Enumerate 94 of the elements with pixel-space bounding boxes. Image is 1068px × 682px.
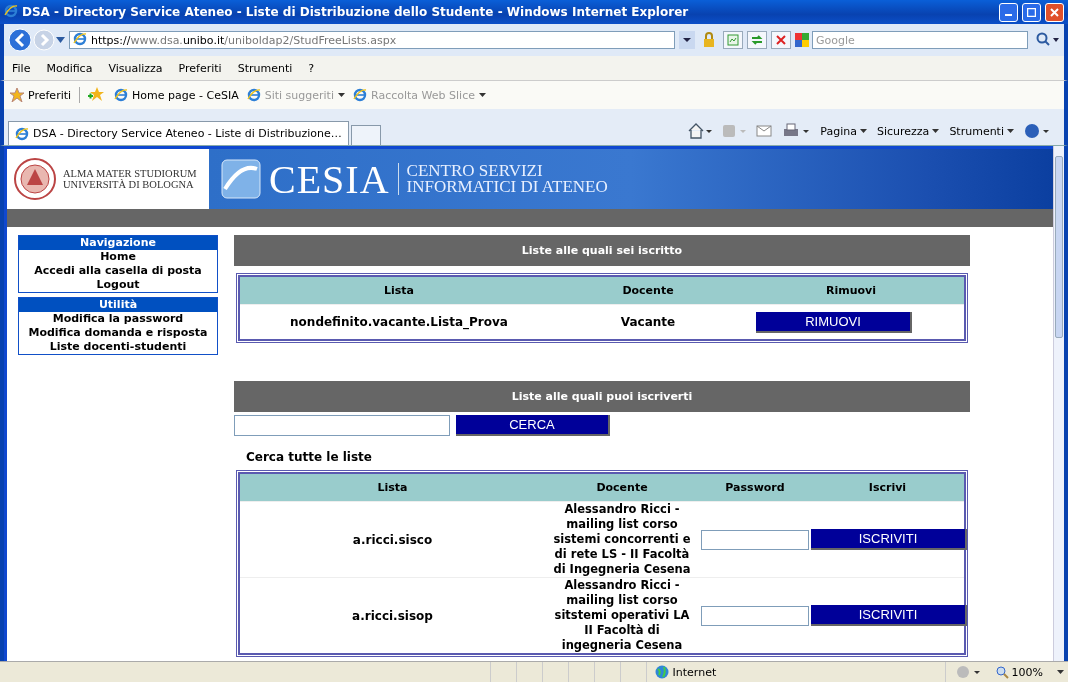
security-zone: Internet: [672, 665, 717, 679]
close-icon: [1050, 7, 1059, 17]
subscribe-button[interactable]: ISCRIVITI: [811, 529, 967, 550]
column-header: Iscrivi: [867, 481, 908, 494]
password-field[interactable]: [701, 529, 809, 550]
url-text: /uniboldap2/StudFreeLists.aspx: [224, 33, 397, 47]
cesia-logo-icon: [221, 159, 261, 199]
sidebar-heading: Navigazione: [19, 236, 217, 250]
column-header: Lista: [383, 284, 415, 297]
star-icon: [10, 88, 24, 102]
print-icon[interactable]: [782, 123, 811, 139]
list-name: a.ricci.sisop: [351, 608, 434, 623]
search-field[interactable]: Google: [812, 31, 1028, 49]
page-icon: [727, 34, 739, 46]
section-title: Liste alle quali puoi iscriverti: [234, 381, 970, 412]
teacher-name: Alessandro Ricci - mailing list corso sistemi concorrenti e di rete LS - II Facoltà di Ingegneria Cesena: [552, 502, 692, 577]
sidebar-link[interactable]: Home: [19, 250, 217, 264]
home-icon[interactable]: [688, 123, 713, 139]
teacher-name: Vacante: [619, 315, 677, 329]
university-name: ALMA MATER STUDIORUM UNIVERSITÀ DI BOLOGNA: [63, 168, 197, 190]
search-field[interactable]: [234, 415, 450, 436]
zoom-button[interactable]: 100%: [995, 665, 1043, 679]
menu-item[interactable]: ?: [308, 61, 315, 75]
menu-item[interactable]: Preferiti: [178, 61, 222, 75]
ie-page-icon: [15, 126, 29, 141]
sidebar-heading: Utilità: [19, 298, 217, 312]
caret-icon: [932, 129, 940, 133]
ie-page-icon: [114, 88, 129, 102]
caret-icon: [338, 93, 345, 97]
search-button[interactable]: CERCA: [456, 415, 610, 436]
url-text: unibo.it: [182, 33, 225, 47]
sidebar-link[interactable]: Modifica la password: [19, 312, 217, 326]
sidebar-link[interactable]: Logout: [19, 278, 217, 292]
browser-tab[interactable]: DSA - Directory Service Ateneo - Liste di Distribuzione…: [8, 121, 349, 145]
maximize-button[interactable]: [1022, 2, 1041, 22]
university-seal-icon: [13, 157, 57, 201]
refresh-button[interactable]: [747, 31, 767, 49]
caret-icon: [478, 93, 486, 97]
list-name: nondefinito.vacante.Lista_Prova: [289, 315, 509, 329]
caret-icon: [859, 129, 867, 133]
teacher-name: Alessandro Ricci - mailing list corso sitstemi operativi LA II Facoltà di ingegneria Cesena: [553, 578, 691, 653]
column-header: Password: [724, 481, 786, 494]
list-name: a.ricci.sisco: [351, 532, 434, 547]
sidebar-link[interactable]: Modifica domanda e risposta: [19, 326, 217, 340]
menu-item[interactable]: Modifica: [46, 61, 93, 75]
mail-icon[interactable]: [756, 125, 773, 137]
maximize-icon: [1027, 7, 1036, 17]
favorites-button[interactable]: Preferiti: [10, 88, 72, 102]
column-header: Docente: [621, 284, 675, 297]
caret-icon: [1007, 129, 1014, 133]
close-button[interactable]: [1045, 2, 1064, 22]
password-field[interactable]: [701, 605, 809, 626]
command-menu[interactable]: Pagina: [820, 124, 867, 138]
window-title: DSA - Directory Service Ateneo - Liste di Distribuzione dello Studente - Windows Internet Explorer: [22, 5, 690, 19]
ie-page-icon: [246, 88, 261, 102]
url-text: https://: [91, 33, 131, 47]
minimize-icon: [1005, 14, 1012, 16]
compatibility-button[interactable]: [723, 31, 743, 49]
section-title: Liste alle quali sei iscritto: [234, 235, 970, 266]
dropdown-icon[interactable]: [679, 31, 695, 49]
column-header: Docente: [595, 481, 649, 494]
search-provider-icon: [795, 33, 809, 47]
command-menu[interactable]: Strumenti: [949, 124, 1014, 138]
help-icon[interactable]: [1024, 123, 1050, 139]
subscribe-button[interactable]: ISCRIVITI: [811, 605, 967, 626]
dropdown-icon[interactable]: [56, 37, 65, 43]
brand-subtitle: CENTRO SERVIZI INFORMATICI DI ATENEO: [397, 163, 608, 195]
caret-icon[interactable]: [1057, 670, 1064, 674]
ie-page-icon: [353, 88, 367, 102]
zoom-icon: [995, 665, 1009, 679]
back-button[interactable]: [8, 28, 32, 52]
favorites-link[interactable]: Home page - CeSIA: [114, 88, 239, 102]
minimize-button[interactable]: [999, 2, 1018, 22]
remove-button[interactable]: RIMUOVI: [756, 311, 912, 333]
scrollbar[interactable]: [1053, 146, 1064, 661]
address-field[interactable]: https://www.dsa.unibo.it/uniboldap2/StudFreeLists.aspx: [69, 31, 675, 49]
ie-logo-icon: [4, 3, 18, 18]
url-text: www.dsa.: [130, 33, 183, 47]
new-tab-button[interactable]: [350, 125, 381, 145]
menu-item[interactable]: File: [12, 61, 31, 75]
sidebar-link[interactable]: Liste docenti-studenti: [19, 340, 217, 354]
page-icon: [73, 31, 87, 46]
refresh-icon: [750, 34, 764, 46]
stop-button[interactable]: [771, 31, 791, 49]
stop-icon: [776, 35, 786, 45]
column-header: Rimuovi: [824, 284, 877, 297]
globe-icon: [654, 665, 669, 679]
sidebar-link[interactable]: Accedi alla casella di posta: [19, 264, 217, 278]
column-header: Lista: [376, 481, 409, 494]
menu-item[interactable]: Strumenti: [237, 61, 293, 75]
brand-name: CESIA: [269, 155, 390, 203]
menu-item[interactable]: Visualizza: [108, 61, 163, 75]
search-all-label: Cerca tutte le liste: [246, 450, 373, 464]
command-menu[interactable]: Sicurezza: [876, 124, 940, 138]
